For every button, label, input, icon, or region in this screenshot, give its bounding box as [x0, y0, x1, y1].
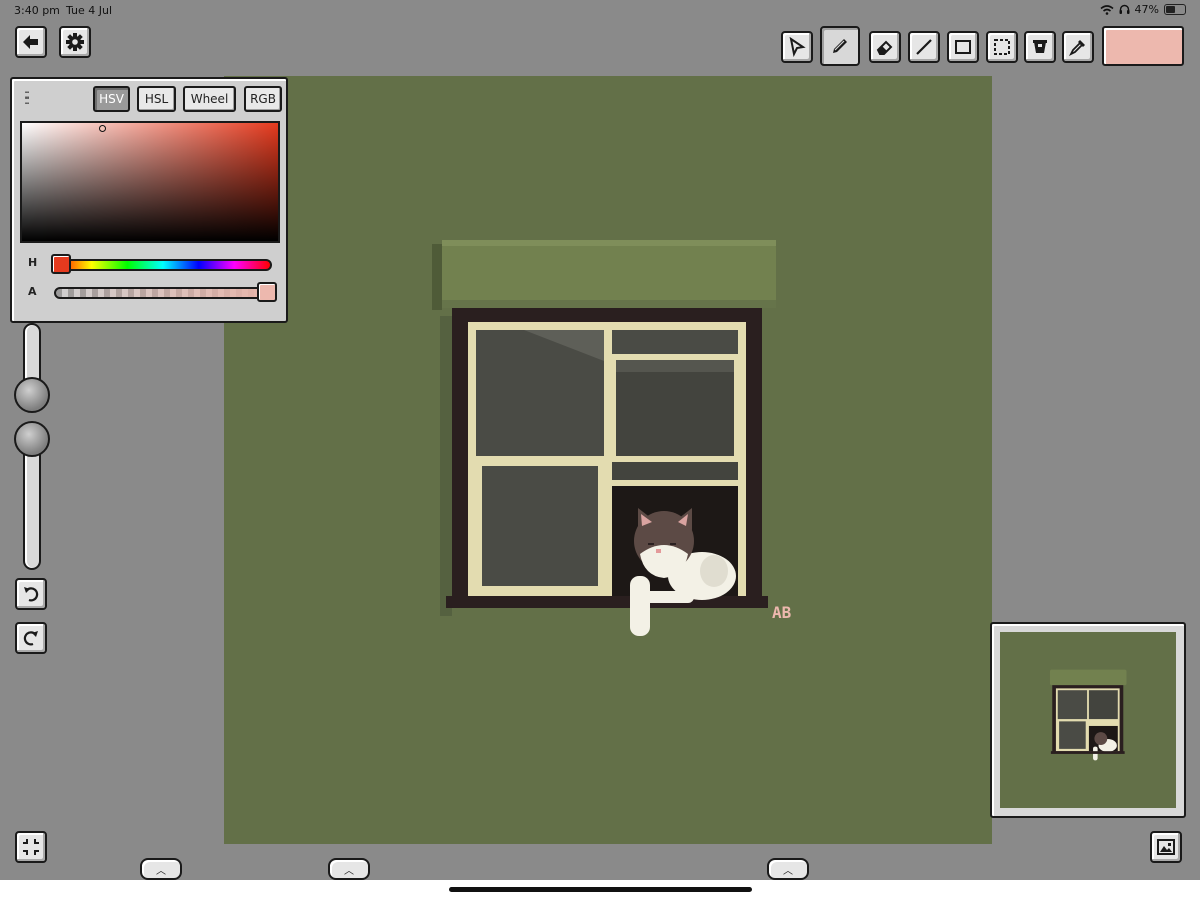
undo-icon [24, 587, 39, 602]
canvas-preview[interactable] [990, 622, 1186, 818]
battery-percent: 47% [1134, 3, 1159, 16]
awning [442, 240, 776, 308]
opacity-slider[interactable] [23, 442, 41, 570]
gear-icon [66, 33, 84, 51]
bucket-icon [1033, 40, 1047, 53]
hue-label: H [28, 256, 38, 269]
pencil-icon [833, 39, 847, 53]
brush-size-thumb[interactable] [14, 377, 50, 413]
select-arrow-icon [789, 37, 806, 57]
line-icon [916, 39, 932, 55]
pencil-tool-button[interactable] [820, 26, 860, 66]
current-color-swatch[interactable] [1102, 26, 1184, 66]
eraser-icon [876, 40, 893, 55]
preview-thumbnail [1000, 632, 1176, 808]
headphones-icon [1119, 4, 1130, 14]
fill-tool-button[interactable] [1024, 31, 1056, 63]
tab-hsv[interactable]: HSV [93, 86, 130, 112]
pixel-artwork: AB [432, 240, 792, 636]
marquee-icon [994, 39, 1010, 55]
saturation-value-field[interactable] [20, 121, 280, 243]
redo-button[interactable] [15, 622, 47, 654]
redo-icon [23, 631, 38, 646]
status-bar: 3:40 pm Tue 4 Jul 47% [0, 0, 1200, 20]
battery-icon [1164, 4, 1186, 15]
image-icon [1157, 839, 1175, 855]
eyedropper-icon [1068, 40, 1085, 57]
back-arrow-icon [23, 35, 38, 49]
tab-rgb[interactable]: RGB [244, 86, 282, 112]
alpha-slider-thumb[interactable] [257, 282, 277, 302]
frames-drawer-handle[interactable]: ︿ [767, 858, 809, 880]
settings-button[interactable] [59, 26, 91, 58]
home-indicator[interactable] [449, 887, 752, 892]
color-picker-panel: :::: HSV HSL Wheel RGB H A [10, 77, 288, 323]
line-tool-button[interactable] [908, 31, 940, 63]
chevron-up-icon: ︿ [783, 865, 793, 877]
drag-handle-icon[interactable]: :::: [24, 88, 30, 106]
marquee-tool-button[interactable] [986, 31, 1018, 63]
drawing-canvas[interactable]: AB [224, 76, 992, 844]
alpha-slider[interactable] [54, 287, 272, 299]
rectangle-tool-button[interactable] [947, 31, 979, 63]
window-sill [446, 596, 768, 608]
gallery-button[interactable] [1150, 831, 1182, 863]
layers-drawer-handle[interactable]: ︿ [140, 858, 182, 880]
alpha-label: A [28, 285, 37, 298]
select-tool-button[interactable] [781, 31, 813, 63]
status-time: 3:40 pm [14, 4, 60, 17]
eraser-tool-button[interactable] [869, 31, 901, 63]
hue-slider-thumb[interactable] [51, 254, 71, 274]
back-button[interactable] [15, 26, 47, 58]
status-date: Tue 4 Jul [66, 4, 113, 17]
rectangle-icon [955, 40, 971, 54]
tab-wheel[interactable]: Wheel [183, 86, 236, 112]
eyedropper-tool-button[interactable] [1062, 31, 1094, 63]
chevron-up-icon: ︿ [344, 865, 354, 877]
fit-screen-icon [23, 839, 39, 855]
hue-slider[interactable] [54, 259, 272, 271]
chevron-up-icon: ︿ [156, 865, 166, 877]
opacity-thumb[interactable] [14, 421, 50, 457]
fit-screen-button[interactable] [15, 831, 47, 863]
undo-button[interactable] [15, 578, 47, 610]
artist-signature: AB [772, 603, 792, 622]
tab-hsl[interactable]: HSL [137, 86, 176, 112]
status-right: 47% [1100, 3, 1186, 16]
sv-cursor[interactable] [99, 125, 106, 132]
wifi-icon [1100, 4, 1114, 15]
palette-drawer-handle[interactable]: ︿ [328, 858, 370, 880]
